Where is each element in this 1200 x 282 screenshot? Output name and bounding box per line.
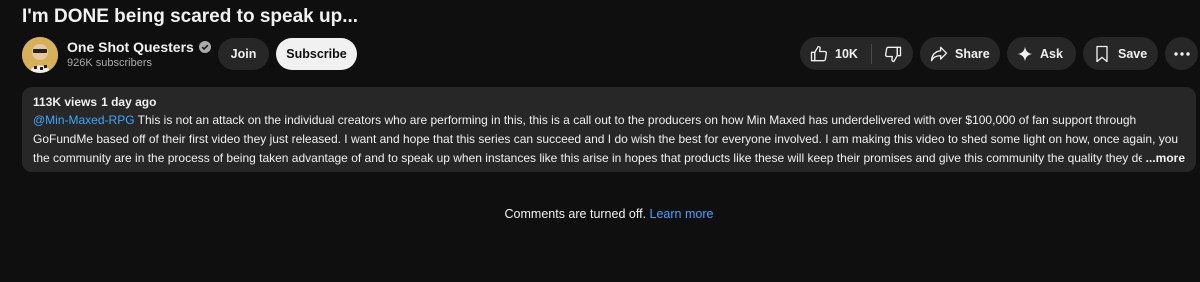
channel-avatar[interactable] — [22, 37, 58, 73]
ask-label: Ask — [1040, 46, 1063, 61]
subscriber-count: 926K subscribers — [67, 57, 152, 69]
description-body: This is not an attack on the individual … — [33, 113, 1179, 165]
channel-mention-link[interactable]: @Min-Maxed-RPG — [33, 113, 135, 127]
video-title: I'm DONE being scared to speak up... — [22, 6, 359, 27]
more-actions-button[interactable] — [1165, 37, 1198, 70]
like-count: 10K — [835, 46, 858, 61]
channel-name[interactable]: One Shot Questers — [67, 39, 211, 55]
description-box[interactable]: 113K views 1 day ago @Min-Maxed-RPG This … — [22, 87, 1196, 172]
ask-button[interactable]: Ask — [1007, 37, 1076, 70]
bookmark-icon — [1092, 44, 1112, 64]
upload-date: 1 day ago — [101, 95, 157, 109]
thumbs-up-icon — [809, 44, 829, 64]
save-label: Save — [1118, 46, 1148, 61]
more-horizontal-icon — [1173, 51, 1190, 56]
comments-status: Comments are turned off. Learn more — [0, 207, 1200, 221]
subscribe-button[interactable]: Subscribe — [276, 38, 357, 70]
thumbs-down-icon — [883, 44, 903, 64]
share-arrow-icon — [929, 44, 949, 64]
like-button[interactable]: 10K — [800, 37, 871, 70]
video-meta: 113K views 1 day ago — [33, 95, 1185, 109]
channel-name-label[interactable]: One Shot Questers — [67, 39, 194, 55]
sparkle-icon — [1016, 45, 1034, 63]
show-more-link[interactable]: ...more — [1141, 149, 1185, 168]
join-button[interactable]: Join — [218, 38, 269, 70]
share-button[interactable]: Share — [920, 37, 1000, 70]
learn-more-link[interactable]: Learn more — [650, 207, 714, 221]
save-button[interactable]: Save — [1083, 37, 1158, 70]
comments-off-text: Comments are turned off. — [504, 207, 647, 221]
like-dislike-group: 10K — [800, 37, 913, 70]
share-label: Share — [955, 46, 990, 61]
description-text: @Min-Maxed-RPG This is not an attack on … — [33, 111, 1185, 168]
verified-check-icon — [198, 41, 211, 53]
view-count: 113K views — [33, 95, 98, 109]
dislike-button[interactable] — [872, 37, 913, 70]
